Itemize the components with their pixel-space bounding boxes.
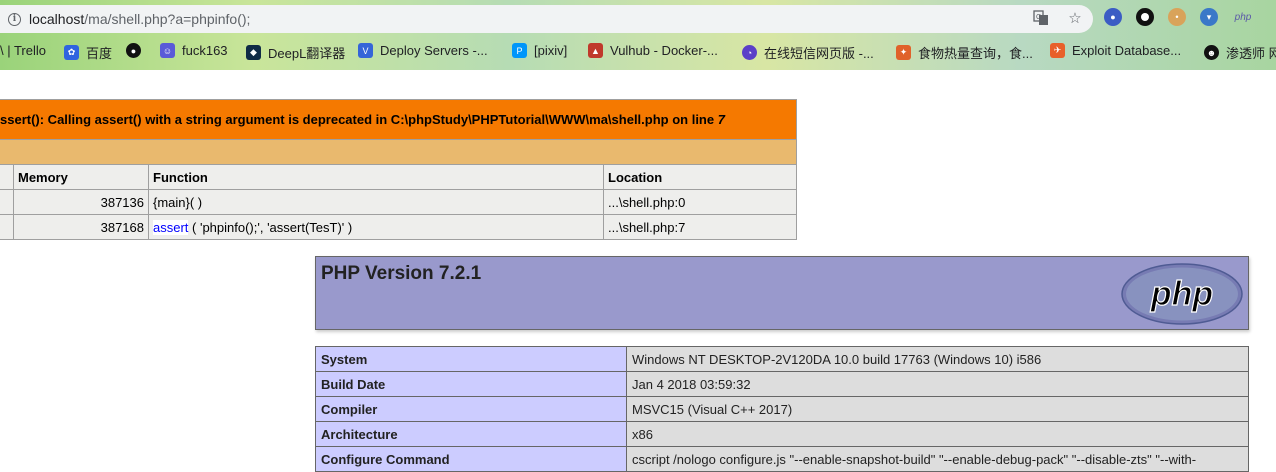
error-message: ssert(): Calling assert() with a string … <box>0 99 797 140</box>
shield-ext-icon[interactable]: ▾ <box>1200 8 1218 26</box>
bookmark-pixiv[interactable]: P [pixiv] <box>512 43 567 58</box>
function-link[interactable]: assert <box>153 219 189 235</box>
row-location: ...\shell.php:0 <box>603 189 797 215</box>
pentest-icon: ☻ <box>1204 45 1219 60</box>
bookmark-food[interactable]: ✦ 食物热量查询，食... <box>896 43 1033 62</box>
bookmark-fuck163[interactable]: ☺ fuck163 <box>160 43 228 58</box>
table-row: Compiler MSVC15 (Visual C++ 2017) <box>315 396 1249 422</box>
php-version-title: PHP Version 7.2.1 <box>321 263 482 284</box>
sms-icon: ◔ <box>742 45 757 60</box>
col-function: Function <box>148 164 604 190</box>
col-memory: Memory <box>13 164 149 190</box>
exploitdb-icon: ✈ <box>1050 43 1065 58</box>
bookmark-label: [pixiv] <box>534 43 568 58</box>
xdebug-error-table: ssert(): Calling assert() with a string … <box>0 99 797 240</box>
deploy-icon: V <box>358 43 373 58</box>
url-text[interactable]: localhost/ma/shell.php?a=phpinfo(); <box>29 11 250 27</box>
col-index <box>0 164 14 190</box>
function-args: ( 'phpinfo();', 'assert(TesT)' ) <box>188 219 353 235</box>
bookmark-label: Exploit Database... <box>1072 43 1182 58</box>
bookmark-label: \ | Trello <box>0 43 47 58</box>
row-index <box>0 214 14 240</box>
info-key: Compiler <box>315 396 627 422</box>
bookmark-label: fuck163 <box>182 43 228 58</box>
table-row: System Windows NT DESKTOP-2V120DA 10.0 b… <box>315 346 1249 372</box>
info-key: Configure Command <box>315 446 627 472</box>
pixiv-icon: P <box>512 43 527 58</box>
row-function: {main}( ) <box>148 189 604 215</box>
col-location: Location <box>603 164 797 190</box>
bookmark-label: DeepL翻译器 <box>268 46 346 61</box>
bookmark-trello[interactable]: \ | Trello <box>0 43 46 58</box>
error-line: 7 <box>717 112 725 127</box>
url-path: /ma/shell.php?a=phpinfo(); <box>84 11 251 27</box>
svg-text:G: G <box>1036 14 1041 21</box>
bookmark-deploy[interactable]: V Deploy Servers -... <box>358 43 488 58</box>
bookmark-label: Deploy Servers -... <box>380 43 488 58</box>
row-memory: 387168 <box>13 214 149 240</box>
bookmark-label: Vulhub - Docker-... <box>610 43 718 58</box>
info-value: Jan 4 2018 03:59:32 <box>626 371 1249 397</box>
translate-icon[interactable]: G <box>1033 10 1049 26</box>
row-function: assert ( 'phpinfo();', 'assert(TesT)' ) <box>148 214 604 240</box>
table-row: 387136 {main}( ) ...\shell.php:0 <box>0 189 797 215</box>
bookmark-deepl[interactable]: ◆ DeepL翻译器 <box>246 43 345 62</box>
info-value: x86 <box>626 421 1249 447</box>
row-location: ...\shell.php:7 <box>603 214 797 240</box>
table-row: 387168 assert ( 'phpinfo();', 'assert(Te… <box>0 214 797 240</box>
browser-chrome: i localhost/ma/shell.php?a=phpinfo(); G … <box>0 0 1276 70</box>
bookmark-label: 百度 <box>86 46 113 61</box>
table-row: Architecture x86 <box>315 421 1249 447</box>
bookmark-label: 食物热量查询，食... <box>918 46 1033 61</box>
star-icon[interactable]: ☆ <box>1067 9 1083 27</box>
bookmark-label: 渗透师 网 <box>1226 46 1276 61</box>
php-logo-text: php <box>1150 275 1213 313</box>
vulhub-icon: ▲ <box>588 43 603 58</box>
info-value: cscript /nologo configure.js "--enable-s… <box>626 446 1249 472</box>
table-row: Configure Command cscript /nologo config… <box>315 446 1249 472</box>
github-ext-icon[interactable]: ● <box>1104 8 1122 26</box>
php-logo[interactable]: php <box>1121 263 1243 325</box>
php-ext-icon[interactable]: php <box>1232 8 1254 26</box>
circle-ext-icon[interactable] <box>1136 8 1154 26</box>
info-key: Architecture <box>315 421 627 447</box>
bookmark-github[interactable]: ● <box>126 43 148 58</box>
phpinfo-header: PHP Version 7.2.1 php <box>315 256 1249 330</box>
food-icon: ✦ <box>896 45 911 60</box>
bookmark-pentest[interactable]: ☻ 渗透师 网 <box>1204 43 1276 62</box>
bookmark-label: 在线短信网页版 -... <box>764 46 874 61</box>
baidu-icon: ✿ <box>64 45 79 60</box>
deepl-icon: ◆ <box>246 45 261 60</box>
github-icon: ● <box>126 43 141 58</box>
info-key: System <box>315 346 627 372</box>
bookmark-baidu[interactable]: ✿ 百度 <box>64 43 112 62</box>
bookmark-sms[interactable]: ◔ 在线短信网页版 -... <box>742 43 874 62</box>
info-icon[interactable]: i <box>8 12 21 26</box>
info-value: MSVC15 (Visual C++ 2017) <box>626 396 1249 422</box>
cookie-ext-icon[interactable]: • <box>1168 8 1186 26</box>
url-host: localhost <box>29 11 85 27</box>
row-memory: 387136 <box>13 189 149 215</box>
call-stack-header <box>0 139 797 165</box>
address-bar[interactable]: i localhost/ma/shell.php?a=phpinfo(); G … <box>0 5 1093 33</box>
info-value: Windows NT DESKTOP-2V120DA 10.0 build 17… <box>626 346 1249 372</box>
row-index <box>0 189 14 215</box>
bookmarks-bar: \ | Trello ✿ 百度 ● ☺ fuck163 ◆ DeepL翻译器 V Dep… <box>0 38 1276 64</box>
bookmark-vulhub[interactable]: ▲ Vulhub - Docker-... <box>588 43 718 58</box>
info-key: Build Date <box>315 371 627 397</box>
chat-icon: ☺ <box>160 43 175 58</box>
table-row: Build Date Jan 4 2018 03:59:32 <box>315 371 1249 397</box>
phpinfo-table: System Windows NT DESKTOP-2V120DA 10.0 b… <box>315 346 1249 472</box>
bookmark-exploitdb[interactable]: ✈ Exploit Database... <box>1050 43 1181 58</box>
